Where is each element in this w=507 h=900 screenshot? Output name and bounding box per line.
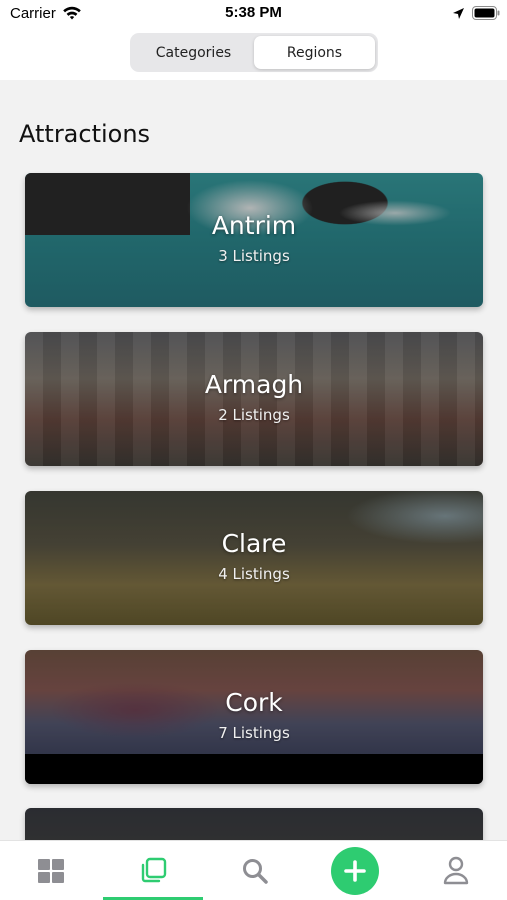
top-bar: Carrier 5:38 PM Categories Regions (0, 0, 507, 80)
grid-icon (38, 859, 64, 883)
region-card-cork[interactable]: Cork 7 Listings (25, 650, 483, 784)
region-name: Clare (221, 529, 287, 558)
region-name: Armagh (204, 370, 304, 399)
tab-bar (0, 840, 507, 900)
segment-categories[interactable]: Categories (133, 36, 254, 69)
region-listings-count: 7 Listings (218, 724, 290, 742)
location-arrow-icon (453, 8, 464, 19)
region-listings-count: 4 Listings (218, 565, 290, 583)
region-card-armagh[interactable]: Armagh 2 Listings (25, 332, 483, 466)
tab-regions[interactable] (102, 841, 204, 900)
region-name: Cork (225, 688, 283, 717)
status-bar: Carrier 5:38 PM (0, 0, 507, 28)
region-listings-count: 2 Listings (218, 406, 290, 424)
tab-add[interactable] (304, 841, 406, 900)
page-title: Attractions (19, 120, 151, 148)
add-button[interactable] (331, 847, 379, 895)
layers-icon (141, 857, 167, 883)
search-icon (243, 859, 268, 884)
add-icon (344, 860, 366, 882)
segment-regions[interactable]: Regions (254, 36, 375, 69)
region-card-antrim[interactable]: Antrim 3 Listings (25, 173, 483, 307)
region-listings-count: 3 Listings (218, 247, 290, 265)
tab-profile[interactable] (405, 841, 507, 900)
profile-icon (443, 856, 469, 885)
tab-search[interactable] (204, 841, 306, 900)
status-time: 5:38 PM (225, 4, 282, 21)
region-card-clare[interactable]: Clare 4 Listings (25, 491, 483, 625)
region-name: Antrim (211, 211, 297, 240)
battery-icon (472, 6, 500, 20)
tab-home[interactable] (0, 841, 102, 900)
categories-regions-segment: Categories Regions (130, 33, 378, 72)
